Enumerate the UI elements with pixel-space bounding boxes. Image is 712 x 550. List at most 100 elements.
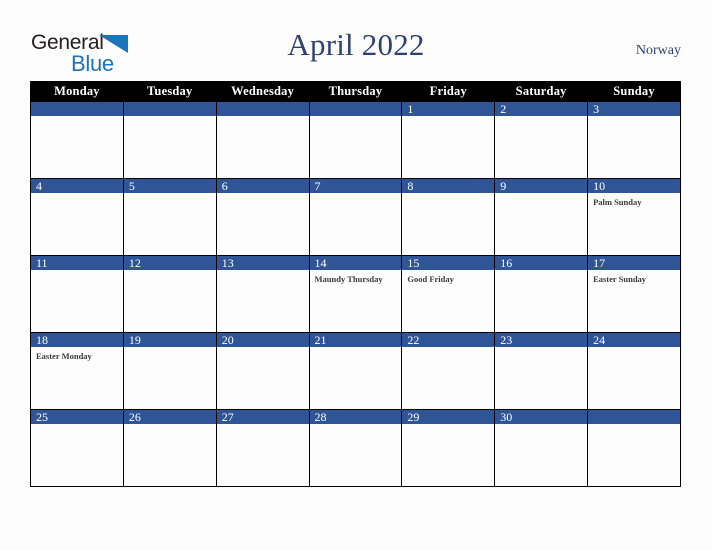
day-events: Good Friday — [402, 270, 494, 285]
day-number: 5 — [123, 179, 216, 193]
day-events — [31, 116, 123, 120]
calendar-day-cell[interactable]: 5 — [122, 178, 217, 256]
day-number: 16 — [495, 256, 588, 270]
calendar-day-cell[interactable]: 10 Palm Sunday — [587, 178, 681, 256]
calendar-day-cell[interactable]: 11 — [30, 255, 124, 333]
calendar-empty-cell[interactable] — [30, 101, 124, 179]
weekday-header-thursday: Thursday — [308, 81, 403, 102]
day-number: 18 — [31, 333, 123, 347]
day-number: 25 — [31, 410, 123, 424]
day-events — [31, 193, 123, 197]
day-events — [495, 424, 587, 428]
calendar-day-cell[interactable]: 27 — [215, 409, 310, 487]
holiday-label: Maundy Thursday — [314, 274, 383, 284]
calendar-day-cell[interactable]: 17 Easter Sunday — [587, 255, 681, 333]
calendar-day-cell[interactable]: 21 — [308, 332, 403, 410]
calendar-week-row: 4 5 6 7 8 9 10 Palm Sunday — [30, 178, 681, 256]
calendar-week-row: 123 — [30, 101, 681, 179]
day-number: 12 — [123, 256, 216, 270]
day-number: 10 — [588, 179, 680, 193]
day-events — [124, 116, 216, 120]
day-events — [495, 193, 587, 197]
calendar-empty-cell[interactable] — [122, 101, 217, 179]
day-events — [310, 424, 402, 428]
day-number: 14 — [309, 256, 402, 270]
day-events — [588, 116, 680, 120]
calendar-day-cell[interactable]: 9 — [494, 178, 589, 256]
calendar-day-cell[interactable]: 7 — [308, 178, 403, 256]
calendar-day-cell[interactable]: 23 — [494, 332, 589, 410]
day-events — [310, 347, 402, 351]
weekday-header-friday: Friday — [401, 81, 496, 102]
day-events — [310, 193, 402, 197]
calendar-day-cell[interactable]: 3 — [587, 101, 681, 179]
day-events — [217, 347, 309, 351]
day-number — [216, 102, 309, 116]
day-number: 19 — [123, 333, 216, 347]
day-events — [402, 116, 494, 120]
calendar-day-cell[interactable]: 15 Good Friday — [401, 255, 496, 333]
country-label: Norway — [635, 43, 681, 58]
day-events — [495, 347, 587, 351]
calendar-day-cell[interactable]: 1 — [401, 101, 496, 179]
calendar-day-cell[interactable]: 20 — [215, 332, 310, 410]
day-number: 22 — [402, 333, 495, 347]
calendar-day-cell[interactable]: 25 — [30, 409, 124, 487]
day-number — [31, 102, 123, 116]
day-events — [402, 424, 494, 428]
calendar-day-cell[interactable]: 12 — [122, 255, 217, 333]
calendar-day-cell[interactable]: 30 — [494, 409, 589, 487]
calendar-page: General Blue April 2022 Norway Monday Tu… — [0, 0, 712, 550]
day-events: Easter Monday — [31, 347, 123, 362]
calendar-empty-cell[interactable] — [215, 101, 310, 179]
day-events — [495, 270, 587, 274]
calendar-day-cell[interactable]: 24 — [587, 332, 681, 410]
holiday-label: Easter Monday — [36, 351, 92, 361]
calendar-week-row: 18 Easter Monday 19 20 21 22 23 24 — [30, 332, 681, 410]
calendar-day-cell[interactable]: 19 — [122, 332, 217, 410]
calendar-body: 1 2 3 4 5 6 7 8 9 10 Palm Sunday 11 12 13 14 Maundy Thu… — [30, 101, 681, 487]
holiday-label: Good Friday — [407, 274, 454, 284]
holiday-label: Easter Sunday — [593, 274, 647, 284]
calendar-day-cell[interactable]: 26 — [122, 409, 217, 487]
day-events — [402, 193, 494, 197]
day-events: Easter Sunday — [588, 270, 680, 285]
day-events — [217, 193, 309, 197]
day-number: 13 — [216, 256, 309, 270]
day-number — [588, 410, 680, 424]
page-title: April 2022 — [287, 27, 425, 62]
calendar-day-cell[interactable]: 29 — [401, 409, 496, 487]
holiday-label: Palm Sunday — [593, 197, 642, 207]
day-number: 30 — [495, 410, 588, 424]
calendar-day-cell[interactable]: 4 — [30, 178, 124, 256]
day-number: 4 — [31, 179, 123, 193]
day-events — [588, 424, 680, 428]
day-events — [310, 116, 402, 120]
day-events — [31, 270, 123, 274]
weekday-header-wednesday: Wednesday — [215, 81, 310, 102]
calendar-day-cell[interactable]: 14 Maundy Thursday — [308, 255, 403, 333]
day-events — [124, 424, 216, 428]
day-number: 6 — [216, 179, 309, 193]
day-number: 23 — [495, 333, 588, 347]
calendar-empty-cell[interactable] — [587, 409, 681, 487]
day-number: 17 — [588, 256, 680, 270]
calendar-day-cell[interactable]: 28 — [308, 409, 403, 487]
calendar-day-cell[interactable]: 18 Easter Monday — [30, 332, 124, 410]
day-number — [123, 102, 216, 116]
calendar-day-cell[interactable]: 13 — [215, 255, 310, 333]
day-number: 24 — [588, 333, 680, 347]
calendar-day-cell[interactable]: 22 — [401, 332, 496, 410]
day-number: 29 — [402, 410, 495, 424]
day-events — [124, 193, 216, 197]
day-number: 15 — [402, 256, 495, 270]
calendar-day-cell[interactable]: 16 — [494, 255, 589, 333]
calendar-empty-cell[interactable] — [308, 101, 403, 179]
calendar-day-cell[interactable]: 8 — [401, 178, 496, 256]
day-events — [217, 424, 309, 428]
calendar-day-cell[interactable]: 6 — [215, 178, 310, 256]
day-number: 9 — [495, 179, 588, 193]
calendar-day-cell[interactable]: 2 — [494, 101, 589, 179]
day-number: 11 — [31, 256, 123, 270]
day-number: 7 — [309, 179, 402, 193]
